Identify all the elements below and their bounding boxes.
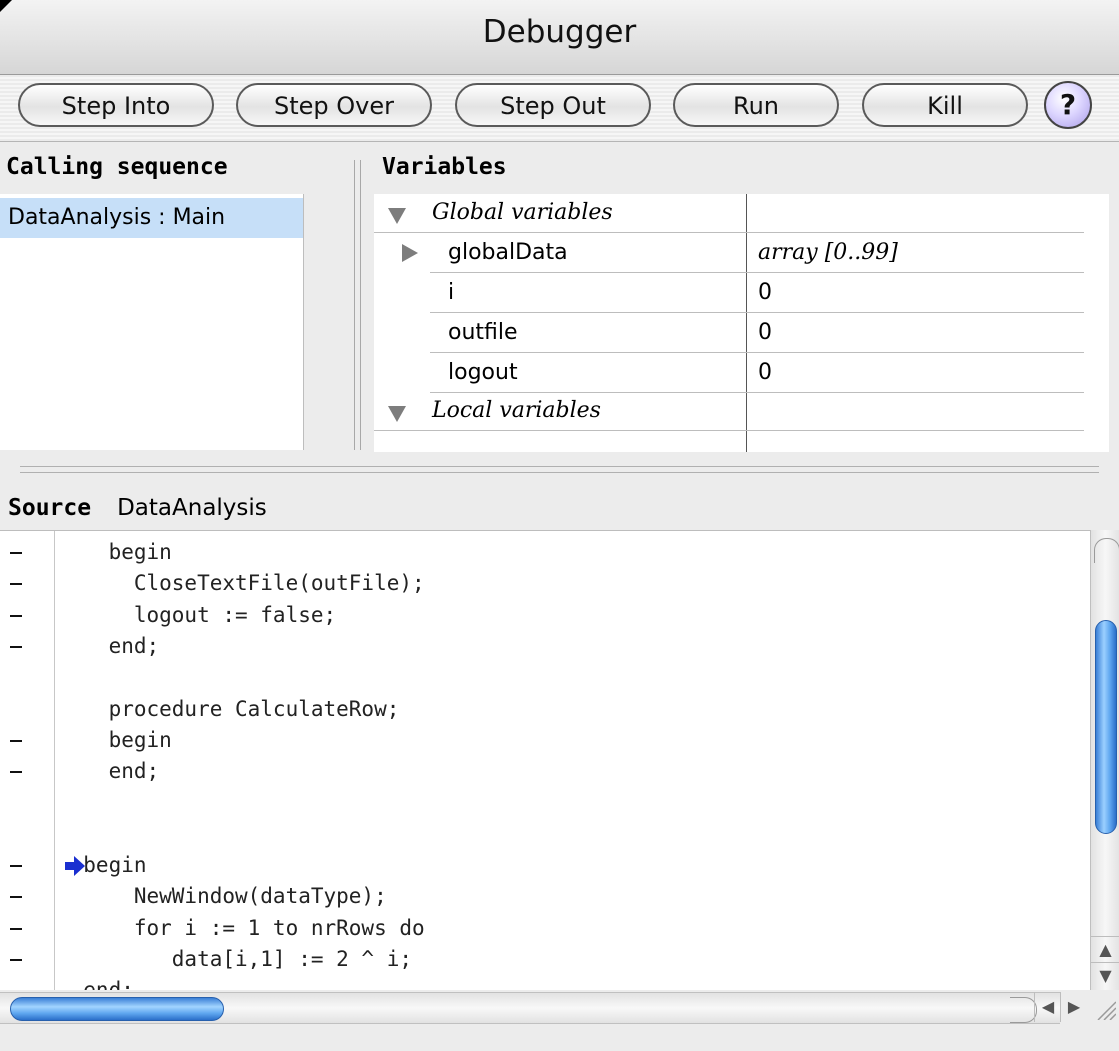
horizontal-scroll-track[interactable] (0, 992, 1060, 1024)
source-line-text: for i := 1 to nrRows do (58, 915, 425, 940)
breakpoint-marker[interactable] (10, 927, 22, 930)
variable-row[interactable]: globalData array [0..99] (402, 234, 1084, 273)
source-line-text: begin (58, 727, 172, 752)
breakpoint-marker[interactable] (10, 645, 22, 648)
variable-name: outfile (448, 320, 518, 345)
disclosure-right-icon[interactable] (402, 244, 418, 262)
calling-sequence-list[interactable]: DataAnalysis : Main (0, 194, 304, 450)
variable-row[interactable]: i 0 (430, 274, 1084, 313)
variable-name: logout (448, 360, 518, 385)
horizontal-scrollbar[interactable]: ◀ ▶ (0, 990, 1119, 1051)
source-header: Source DataAnalysis (8, 488, 267, 528)
variable-row[interactable]: logout 0 (430, 354, 1084, 393)
source-line[interactable]: CloseTextFile(outFile); (0, 568, 1090, 599)
resize-grip-icon[interactable] (1092, 996, 1116, 1020)
vertical-scroll-thumb[interactable] (1095, 620, 1117, 834)
source-line[interactable]: end; (0, 975, 1090, 991)
variable-row[interactable]: outfile 0 (430, 314, 1084, 353)
scroll-track-cap (1094, 538, 1119, 563)
source-code-view[interactable]: begin CloseTextFile(outFile); logout := … (0, 530, 1090, 991)
title-bar[interactable]: Debugger (0, 0, 1119, 75)
source-file-name: DataAnalysis (117, 495, 267, 521)
source-line[interactable]: for i := 1 to nrRows do (0, 913, 1090, 944)
variable-value: 0 (758, 320, 772, 345)
source-line-text: NewWindow(dataType); (58, 884, 387, 909)
calling-sequence-header: Calling sequence (6, 154, 228, 180)
variables-group-local[interactable]: Local variables (374, 392, 1084, 431)
pane-splitter[interactable] (340, 150, 376, 454)
run-button[interactable]: Run (673, 83, 839, 127)
horizontal-splitter[interactable] (0, 456, 1119, 486)
breakpoint-marker[interactable] (10, 771, 22, 774)
breakpoint-marker[interactable] (10, 739, 22, 742)
splitter-grip (360, 160, 361, 450)
breakpoint-marker[interactable] (10, 583, 22, 586)
variables-header: Variables (382, 154, 507, 180)
splitter-line (20, 472, 1099, 473)
disclosure-down-icon[interactable] (388, 406, 406, 422)
source-line-text: CloseTextFile(outFile); (58, 571, 425, 596)
vertical-scrollbar[interactable]: ▲ ▼ (1090, 530, 1119, 990)
breakpoint-marker[interactable] (10, 896, 22, 899)
group-label: Local variables (432, 398, 601, 423)
breakpoint-marker[interactable] (10, 552, 22, 554)
variable-name: i (448, 280, 455, 305)
variables-table[interactable]: Global variables globalData array [0..99… (374, 194, 1109, 452)
source-line[interactable]: begin (0, 850, 1090, 881)
window-corner (0, 0, 12, 12)
step-over-button[interactable]: Step Over (236, 83, 432, 127)
scroll-up-icon[interactable]: ▲ (1091, 936, 1119, 963)
source-label: Source (8, 495, 92, 521)
variable-value: 0 (758, 280, 772, 305)
scroll-track-cap (1010, 997, 1037, 1023)
scroll-down-icon[interactable]: ▼ (1091, 962, 1119, 989)
source-line-text: begin (58, 853, 147, 877)
source-line-text: end; (58, 633, 160, 658)
source-line-text: procedure CalculateRow; (58, 696, 400, 721)
source-line[interactable]: procedure CalculateRow; (0, 694, 1090, 725)
source-line-text: begin (58, 540, 172, 564)
horizontal-scroll-thumb[interactable] (10, 997, 224, 1021)
source-line-text: end; (58, 978, 134, 991)
source-line[interactable]: end; (0, 631, 1090, 662)
splitter-grip (354, 160, 355, 450)
kill-button[interactable]: Kill (862, 83, 1028, 127)
source-line[interactable]: data[i,1] := 2 ^ i; (0, 944, 1090, 975)
debugger-window: Debugger Step Into Step Over Step Out Ru… (0, 0, 1119, 1051)
group-label: Global variables (432, 200, 613, 225)
source-line[interactable]: begin (0, 537, 1090, 568)
window-title: Debugger (482, 14, 637, 50)
breakpoint-marker[interactable] (10, 958, 22, 961)
source-line[interactable]: end; (0, 756, 1090, 787)
source-line[interactable]: begin (0, 725, 1090, 756)
disclosure-down-icon[interactable] (388, 208, 406, 224)
scroll-left-icon[interactable]: ◀ (1034, 992, 1061, 1022)
breakpoint-marker[interactable] (10, 865, 22, 867)
toolbar: Step Into Step Over Step Out Run Kill ? (0, 75, 1119, 142)
splitter-line (20, 466, 1099, 467)
source-line-text: end; (58, 759, 160, 784)
scroll-right-icon[interactable]: ▶ (1060, 992, 1087, 1022)
step-into-button[interactable]: Step Into (18, 83, 214, 127)
source-line[interactable]: NewWindow(dataType); (0, 881, 1090, 912)
variable-value: 0 (758, 360, 772, 385)
breakpoint-marker[interactable] (10, 614, 22, 617)
variable-name: globalData (448, 240, 568, 265)
source-line[interactable] (0, 662, 1090, 693)
source-line[interactable]: logout := false; (0, 600, 1090, 631)
source-line-text: logout := false; (58, 602, 337, 627)
calling-sequence-item[interactable]: DataAnalysis : Main (0, 198, 303, 238)
help-button[interactable]: ? (1044, 81, 1092, 129)
variables-group-global[interactable]: Global variables (374, 194, 1084, 233)
source-line-text: data[i,1] := 2 ^ i; (58, 946, 413, 971)
variable-value: array [0..99] (758, 240, 898, 265)
source-line[interactable] (0, 819, 1090, 850)
source-line[interactable] (0, 787, 1090, 818)
step-out-button[interactable]: Step Out (455, 83, 651, 127)
